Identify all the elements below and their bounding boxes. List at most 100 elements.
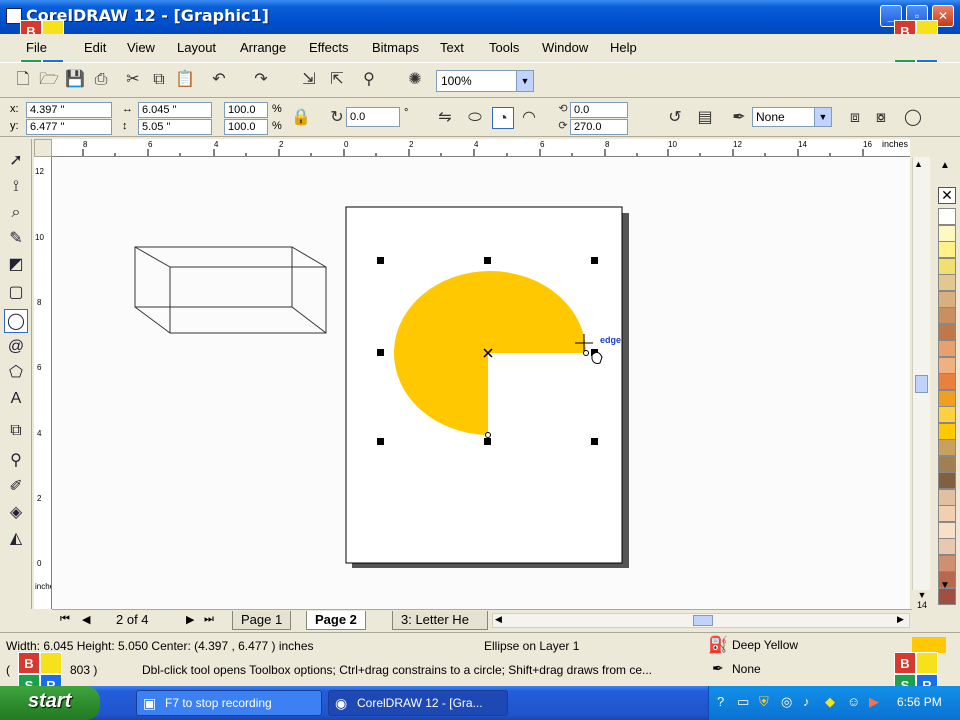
zoom-level-select[interactable]: 100% ▼ xyxy=(436,70,534,92)
palette-up-icon[interactable]: ▲ xyxy=(940,160,950,171)
menu-effects[interactable]: Effects xyxy=(309,40,349,55)
monitor-icon[interactable]: ▭ xyxy=(737,694,749,710)
rectangle-tool-icon[interactable]: ▢ xyxy=(4,281,28,305)
scroll-up-icon[interactable]: ▲ xyxy=(914,159,923,169)
outline-tool-icon[interactable]: ✐ xyxy=(4,475,28,499)
wrap-text-icon[interactable]: ▤ xyxy=(694,107,716,129)
export-icon[interactable]: ⇱ xyxy=(326,69,348,91)
direction-icon[interactable]: ↺ xyxy=(664,107,686,129)
last-page-icon[interactable]: ⏭ xyxy=(204,613,214,626)
corel-online-icon[interactable]: ✺ xyxy=(404,69,426,91)
scroll-left-icon[interactable]: ◀ xyxy=(495,614,502,625)
menu-view[interactable]: View xyxy=(127,40,155,55)
palette-swatch[interactable] xyxy=(938,439,956,456)
palette-swatch[interactable] xyxy=(938,422,956,440)
import-icon[interactable]: ⇲ xyxy=(298,69,320,91)
save-icon[interactable]: 💾 xyxy=(64,69,86,91)
palette-swatch[interactable] xyxy=(938,208,956,225)
palette-down-icon[interactable]: ▼ xyxy=(940,580,950,591)
palette-swatch[interactable] xyxy=(938,356,956,374)
horizontal-ruler[interactable]: 8 6 4 2 0 2 4 6 8 10 12 14 16 inches xyxy=(52,139,910,157)
menu-window[interactable]: Window xyxy=(542,40,588,55)
next-page-icon[interactable]: ▶ xyxy=(186,613,194,626)
menu-arrange[interactable]: Arrange xyxy=(240,40,286,55)
palette-swatch[interactable] xyxy=(938,323,956,341)
security-icon[interactable]: ◆ xyxy=(825,694,835,710)
start-button[interactable]: start xyxy=(0,686,100,720)
copy-icon[interactable]: ⧉ xyxy=(148,69,170,91)
palette-swatch[interactable] xyxy=(938,472,956,489)
pick-tool-icon[interactable]: ➚ xyxy=(4,149,28,173)
page-tab-1[interactable]: Page 1 xyxy=(232,611,292,630)
menu-text[interactable]: Text xyxy=(440,40,464,55)
messenger-icon[interactable]: ☺ xyxy=(847,694,860,709)
shield-icon[interactable]: ⛨ xyxy=(759,694,769,710)
media-icon[interactable]: ▶ xyxy=(869,694,879,710)
scroll-thumb[interactable] xyxy=(915,375,928,393)
palette-swatch[interactable] xyxy=(938,521,956,539)
help-icon[interactable]: ? xyxy=(717,694,724,709)
application-launcher-icon[interactable]: ⚲ xyxy=(358,69,380,91)
y-position-field[interactable]: 6.477 " xyxy=(26,119,112,135)
network-icon[interactable]: ◎ xyxy=(781,694,792,710)
end-angle-field[interactable]: 270.0 xyxy=(570,119,628,135)
width-field[interactable]: 6.045 " xyxy=(138,102,212,118)
no-color-swatch[interactable]: ✕ xyxy=(938,187,956,204)
mirror-icon[interactable]: ⇋ xyxy=(434,107,456,129)
eyedropper-tool-icon[interactable]: ⚲ xyxy=(4,449,28,473)
shape-tool-icon[interactable]: ⟟ xyxy=(4,175,28,199)
paste-icon[interactable]: 📋 xyxy=(174,69,196,91)
cut-icon[interactable]: ✂ xyxy=(122,69,144,91)
menu-tools[interactable]: Tools xyxy=(489,40,519,55)
palette-swatch[interactable] xyxy=(938,274,956,291)
palette-swatch[interactable] xyxy=(938,488,956,506)
lock-ratio-icon[interactable]: 🔒 xyxy=(290,107,312,129)
menu-help[interactable]: Help xyxy=(610,40,637,55)
to-front-icon[interactable]: ⧈ xyxy=(844,107,866,129)
fill-color-swatch[interactable] xyxy=(912,637,946,653)
x-position-field[interactable]: 4.397 " xyxy=(26,102,112,118)
interactive-blend-tool-icon[interactable]: ⧉ xyxy=(4,419,28,443)
fill-tool-icon[interactable]: ◈ xyxy=(4,501,28,525)
palette-swatch[interactable] xyxy=(938,241,956,258)
outline-width-select[interactable]: None ▼ xyxy=(752,107,832,127)
start-angle-field[interactable]: 0.0 xyxy=(570,102,628,118)
palette-swatch[interactable] xyxy=(938,257,956,275)
vertical-scrollbar[interactable]: ▲ ▼ xyxy=(912,157,930,609)
smart-fill-tool-icon[interactable]: ◩ xyxy=(4,253,28,277)
taskbar-item-recorder[interactable]: ▣ F7 to stop recording xyxy=(136,690,322,716)
scroll-right-icon[interactable]: ▶ xyxy=(897,614,904,625)
interactive-fill-tool-icon[interactable]: ◭ xyxy=(4,527,28,551)
undo-icon[interactable]: ↶ xyxy=(208,69,230,91)
taskbar-item-coreldraw[interactable]: ◉ CorelDRAW 12 - [Gra... xyxy=(328,690,508,716)
palette-swatch[interactable] xyxy=(938,290,956,308)
to-back-icon[interactable]: ⧇ xyxy=(870,107,892,129)
page-tab-2[interactable]: Page 2 xyxy=(306,611,366,630)
palette-swatch[interactable] xyxy=(938,340,956,357)
scale-width-field[interactable]: 100.0 xyxy=(224,102,268,118)
chevron-down-icon[interactable]: ▼ xyxy=(814,108,831,126)
redo-icon[interactable]: ↷ xyxy=(250,69,272,91)
pie-node[interactable] xyxy=(485,432,491,438)
open-icon[interactable]: 🗁 xyxy=(38,69,60,91)
zoom-tool-icon[interactable]: ⌕ xyxy=(4,201,28,225)
menu-edit[interactable]: Edit xyxy=(84,40,106,55)
freehand-tool-icon[interactable]: ✎ xyxy=(4,227,28,251)
palette-swatch[interactable] xyxy=(938,224,956,242)
height-field[interactable]: 5.05 " xyxy=(138,119,212,135)
ellipse-tool-icon[interactable]: ◯ xyxy=(4,309,28,333)
palette-swatch[interactable] xyxy=(938,406,956,423)
text-tool-icon[interactable]: A xyxy=(4,387,28,411)
menu-bitmaps[interactable]: Bitmaps xyxy=(372,40,419,55)
ellipse-mode-icon[interactable]: ⬭ xyxy=(464,107,486,129)
page-tab-3[interactable]: 3: Letter He xyxy=(392,611,488,630)
new-icon[interactable]: 🗋 xyxy=(12,69,34,91)
rotation-field[interactable]: 0.0 xyxy=(346,107,400,127)
basic-shapes-tool-icon[interactable]: ⬠ xyxy=(4,361,28,385)
ruler-origin[interactable] xyxy=(34,139,52,157)
pie-mode-icon[interactable]: ◔ xyxy=(492,107,514,129)
menu-layout[interactable]: Layout xyxy=(177,40,216,55)
palette-swatch[interactable] xyxy=(938,455,956,473)
palette-swatch[interactable] xyxy=(938,538,956,555)
volume-icon[interactable]: ♪ xyxy=(803,694,810,709)
